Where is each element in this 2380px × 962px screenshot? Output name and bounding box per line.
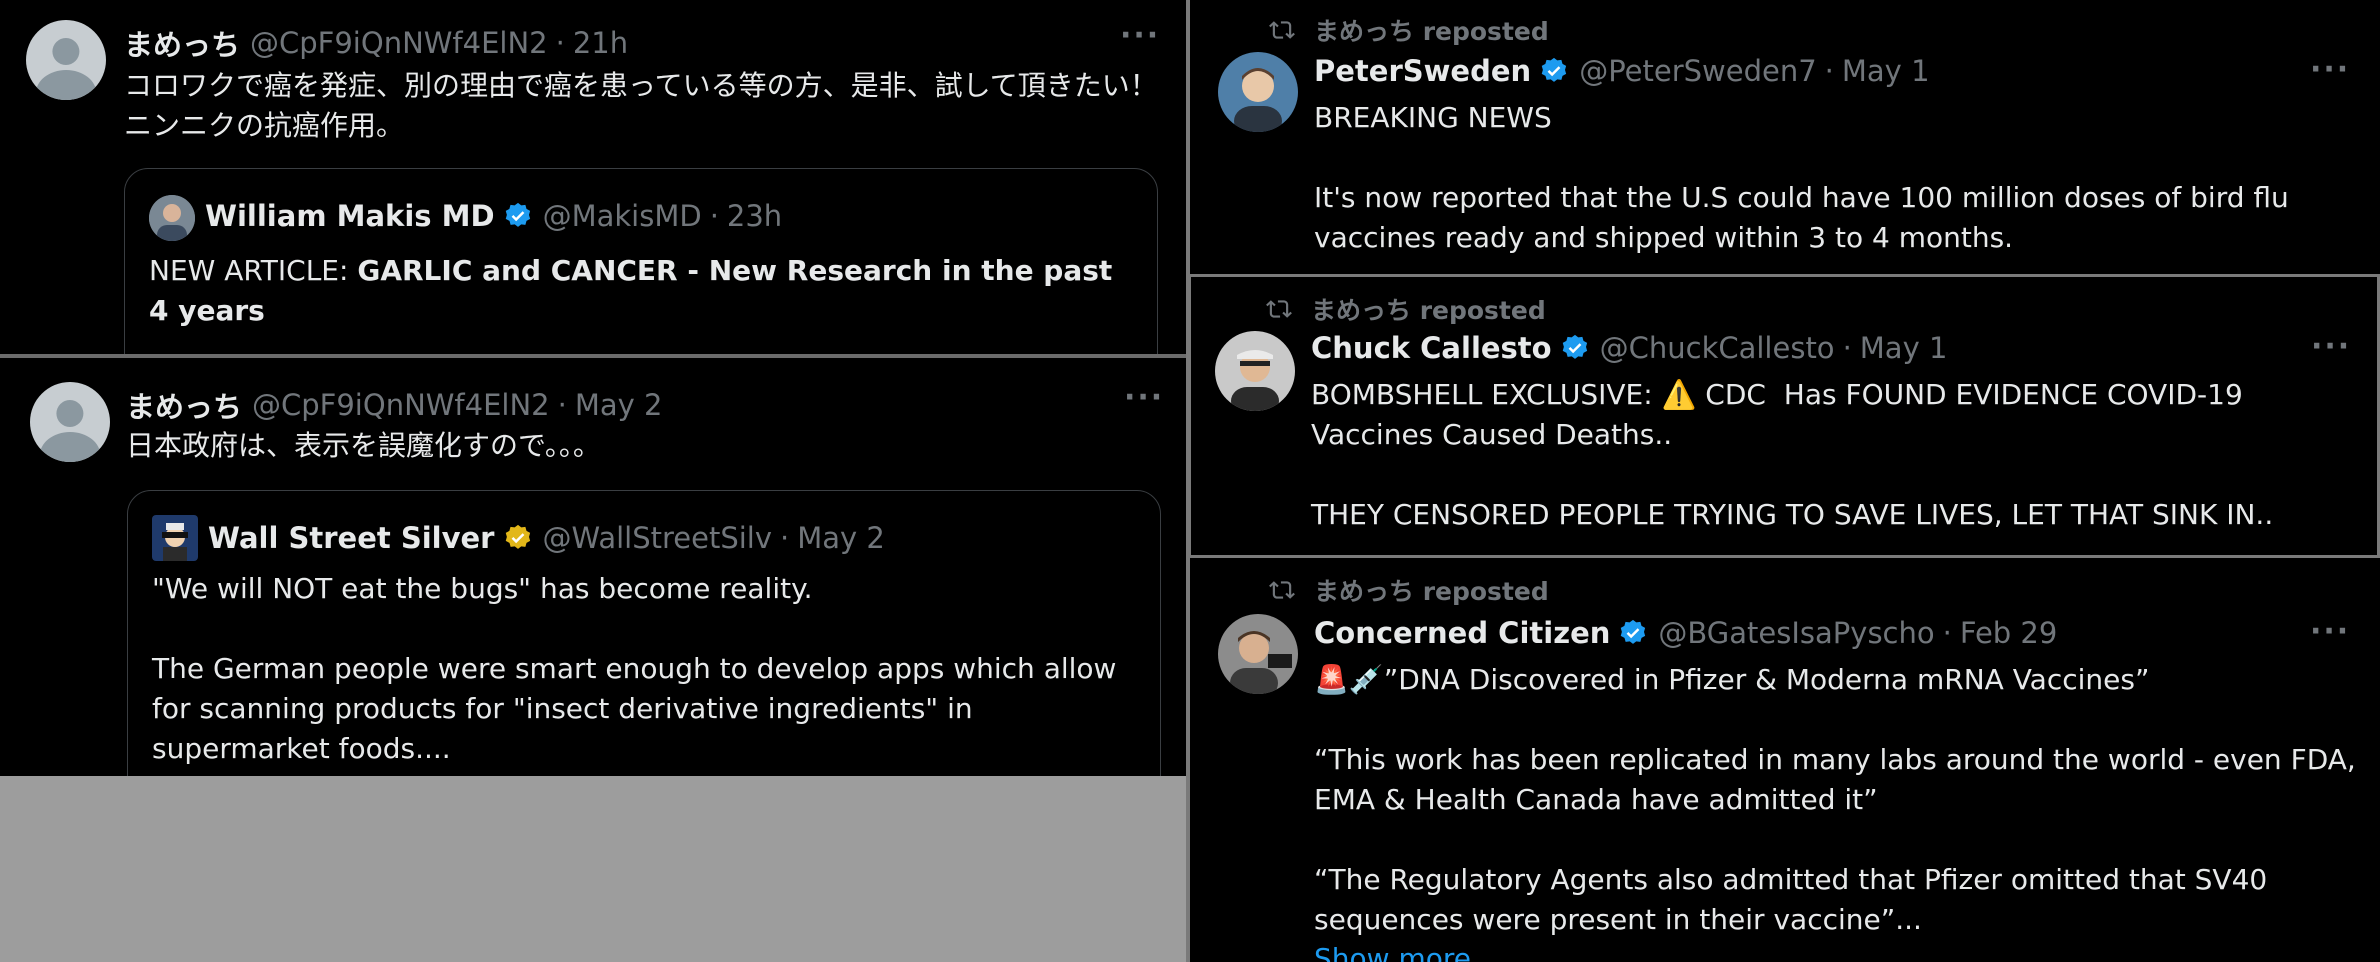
author-name[interactable]: Concerned Citizen [1314,616,1610,650]
quote-avatar [149,195,195,241]
more-options-icon[interactable]: ··· [2311,329,2351,364]
author-handle[interactable]: @CpF9iQnNWf4ElN2 [250,26,548,60]
separator-dot: · [1942,616,1952,650]
repost-icon [1269,21,1295,39]
more-options-icon[interactable]: ··· [1124,380,1164,415]
post-text: コロワクで癌を発症、別の理由で癌を患っている等の方、是非、試して頂きたい！ ニン… [124,69,1158,142]
quote-author-name: William Makis MD [205,199,495,233]
author-handle[interactable]: @BGatesIsaPyscho [1658,616,1934,650]
avatar[interactable] [26,20,106,100]
verified-badge-icon [505,202,530,227]
post-panel-right-2[interactable]: まめっち reposted Chuck Callesto @ChuckCalle… [1188,274,2380,558]
author-name[interactable]: まめっち [124,22,240,64]
post-panel-left-2[interactable]: まめっち @CpF9iQnNWf4ElN2 · May 2 ··· 日本政府は、… [0,358,1186,776]
repost-indicator: まめっち reposted [1268,572,1549,608]
quote-author-handle: @MakisMD [542,199,702,233]
more-options-icon[interactable]: ··· [2310,52,2350,87]
verified-badge-icon [1562,334,1587,359]
quote-avatar [152,515,198,561]
separator-dot: · [709,199,719,233]
more-options-icon[interactable]: ··· [2310,614,2350,649]
more-options-icon[interactable]: ··· [1120,18,1160,53]
avatar[interactable] [1215,331,1295,411]
avatar[interactable] [1218,52,1298,132]
separator-dot: · [555,26,565,60]
post-text: BREAKING NEWS It's now reported that the… [1314,101,2289,254]
empty-area [0,776,1186,962]
quote-text: NEW ARTICLE: GARLIC and CANCER - New Res… [149,251,1139,331]
repost-label[interactable]: まめっち reposted [1314,572,1549,608]
author-name[interactable]: Chuck Callesto [1311,331,1552,365]
separator-dot: · [557,388,567,422]
quote-time: 23h [726,199,783,233]
separator-dot: · [1824,54,1834,88]
post-time[interactable]: May 1 [1842,54,1930,88]
author-handle[interactable]: @PeterSweden7 [1579,54,1816,88]
avatar[interactable] [30,382,110,462]
verified-gold-badge-icon [505,524,530,549]
post-text: BOMBSHELL EXCLUSIVE: ⚠️ CDC Has FOUND EV… [1311,378,2274,531]
author-name[interactable]: PeterSweden [1314,54,1531,88]
avatar[interactable] [1218,614,1298,694]
show-more-link[interactable]: Show more [1314,942,1471,962]
quoted-post[interactable]: Wall Street Silver @WallStreetSilv · May… [127,490,1161,776]
repost-indicator: まめっち reposted [1268,12,1549,48]
quote-author-name: Wall Street Silver [208,521,495,555]
verified-badge-icon [1621,619,1646,644]
quote-author-handle: @WallStreetSilv [542,521,773,555]
quote-time: May 2 [797,521,885,555]
post-time[interactable]: 21h [573,26,628,60]
quoted-post[interactable]: William Makis MD @MakisMD · 23h NEW ARTI… [124,168,1158,354]
post-time[interactable]: Feb 29 [1960,616,2057,650]
post-panel-left-1[interactable]: まめっち @CpF9iQnNWf4ElN2 · 21h ··· コロワクで癌を発… [0,0,1186,354]
separator-dot: · [1842,331,1852,365]
author-handle[interactable]: @CpF9iQnNWf4ElN2 [252,388,550,422]
repost-indicator: まめっち reposted [1265,291,1546,327]
separator-dot: · [780,521,790,555]
post-panel-right-3[interactable]: まめっち reposted Concerned Citizen @BGatesI… [1190,558,2380,962]
post-text: 日本政府は、表示を誤魔化すので。。。 [126,429,601,462]
repost-icon [1266,300,1292,318]
repost-label[interactable]: まめっち reposted [1314,12,1549,48]
post-time[interactable]: May 1 [1860,331,1948,365]
repost-icon [1269,581,1295,599]
quote-text-prefix: NEW ARTICLE: [149,254,358,287]
repost-label[interactable]: まめっち reposted [1311,291,1546,327]
post-text: 🚨💉”DNA Discovered in Pfizer & Moderna mR… [1314,663,2356,936]
post-panel-right-1[interactable]: まめっち reposted PeterSweden @PeterSweden7 … [1190,0,2380,274]
author-name[interactable]: まめっち [126,384,242,426]
verified-badge-icon [1541,57,1567,82]
post-time[interactable]: May 2 [575,388,663,422]
quote-text: "We will NOT eat the bugs" has become re… [152,572,1117,765]
author-handle[interactable]: @ChuckCallesto [1600,331,1835,365]
